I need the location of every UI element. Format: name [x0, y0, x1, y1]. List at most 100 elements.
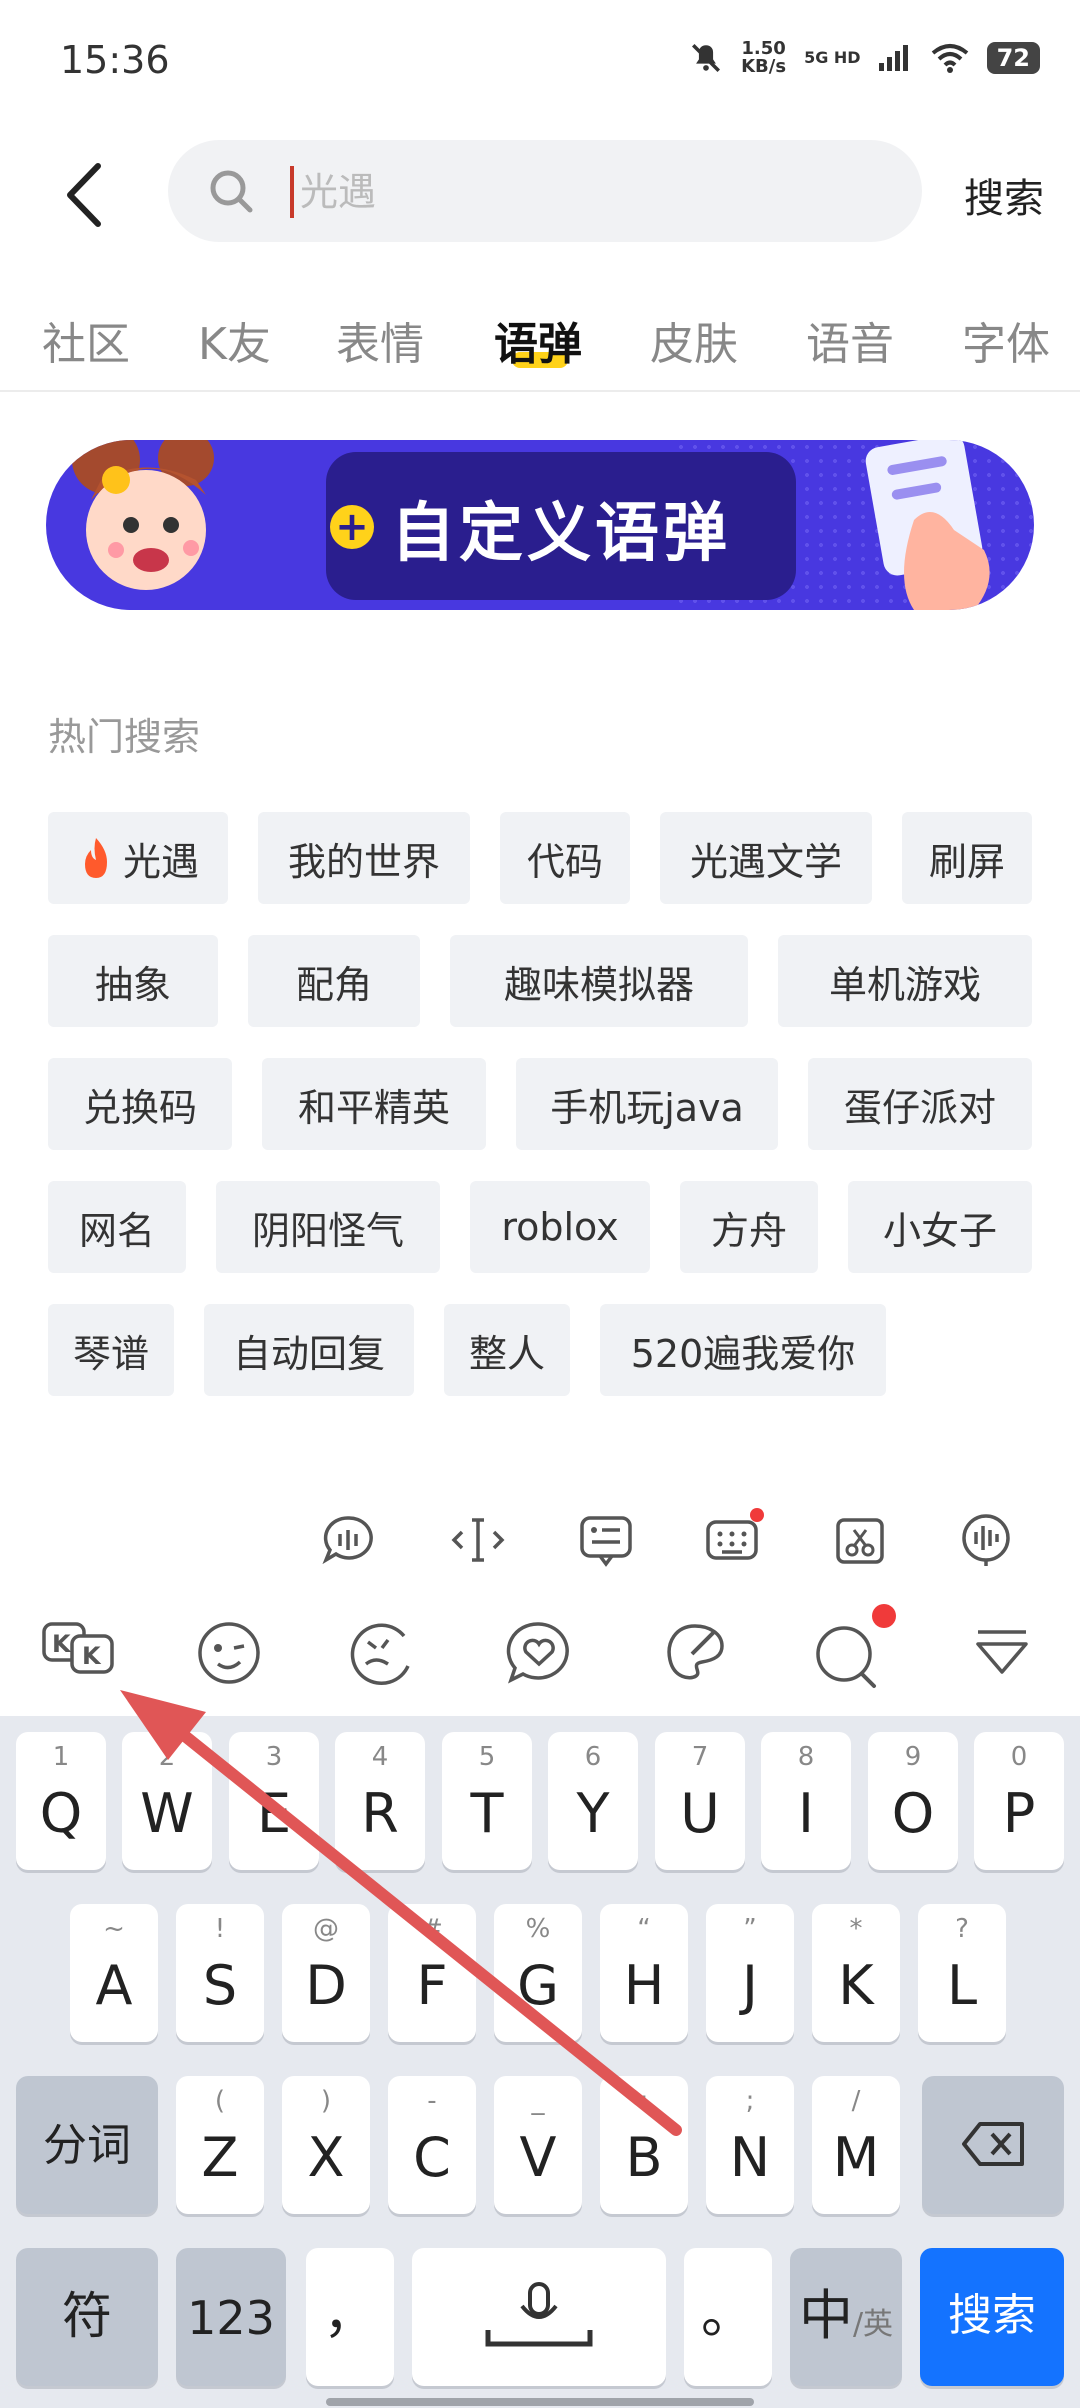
status-bar: 15:36 1.50 KB/s 5G HD 72: [0, 0, 1080, 120]
hot-tag[interactable]: 光遇: [48, 812, 228, 904]
audio-wave-icon[interactable]: [958, 1512, 1014, 1568]
hot-tag[interactable]: 自动回复: [204, 1304, 414, 1396]
tab-yudan[interactable]: 语弹: [494, 308, 582, 372]
hot-tag[interactable]: 配角: [248, 935, 420, 1027]
hot-tag[interactable]: 手机玩java: [516, 1058, 778, 1150]
symbols-key[interactable]: 符: [16, 2248, 158, 2386]
key-c[interactable]: -C: [388, 2076, 476, 2214]
hot-tag[interactable]: 光遇文学: [660, 812, 872, 904]
key-k[interactable]: * K: [812, 1904, 900, 2042]
keyboard: 1Q 2W 3E 4R 5T 6Y 7U 8I 9O 0P ~ A ! S @ D #…: [0, 1716, 1080, 2408]
key-q[interactable]: 1Q: [16, 1732, 106, 1870]
space-key[interactable]: [412, 2248, 666, 2386]
numbers-key[interactable]: 123: [176, 2248, 286, 2386]
hot-tag[interactable]: 整人: [444, 1304, 570, 1396]
key-z[interactable]: (Z: [176, 2076, 264, 2214]
meme-face-icon[interactable]: [348, 1620, 414, 1686]
category-tabs: 社区 K友 表情 语弹 皮肤 语音 字体: [0, 300, 1080, 392]
hand-phone-illustration: [865, 440, 990, 610]
search-icon: [210, 170, 253, 213]
hot-tag[interactable]: 抽象: [48, 935, 218, 1027]
status-time: 15:36: [60, 38, 170, 82]
comma-key[interactable]: ，: [306, 2248, 394, 2386]
hot-tag[interactable]: 小女子: [848, 1181, 1032, 1273]
screenshot-cut-icon[interactable]: [832, 1512, 888, 1568]
key-o[interactable]: 9O: [868, 1732, 958, 1870]
mute-bell-icon: [692, 43, 721, 73]
svg-text:K: K: [52, 1630, 72, 1658]
microphone-icon: [485, 2282, 593, 2347]
text-caret: [290, 166, 294, 218]
custom-yudan-banner[interactable]: 自定义语弹: [46, 440, 1034, 610]
tab-voice[interactable]: 语音: [806, 308, 894, 372]
banner-title: 自定义语弹: [391, 497, 731, 571]
segment-key[interactable]: 分词: [16, 2076, 158, 2214]
key-y[interactable]: 6Y: [548, 1732, 638, 1870]
voice-bubble-icon[interactable]: [320, 1512, 376, 1568]
language-switch-key[interactable]: 中/英: [790, 2248, 902, 2386]
enter-search-key[interactable]: 搜索: [920, 2248, 1064, 2386]
notification-dot: [750, 1508, 764, 1522]
key-m[interactable]: / M: [812, 2076, 900, 2214]
key-t[interactable]: 5T: [442, 1732, 532, 1870]
key-p[interactable]: 0P: [974, 1732, 1064, 1870]
key-d[interactable]: @ D: [282, 1904, 370, 2042]
hot-tag[interactable]: 琴谱: [48, 1304, 174, 1396]
kk-app-icon[interactable]: KK: [42, 1620, 120, 1686]
key-s[interactable]: ! S: [176, 1904, 264, 2042]
hot-tag[interactable]: 兑换码: [48, 1058, 232, 1150]
hot-tag[interactable]: roblox: [470, 1181, 650, 1273]
hot-tag[interactable]: 趣味模拟器: [450, 935, 748, 1027]
net-speed: 1.50 KB/s: [741, 38, 787, 77]
key-v[interactable]: _ V: [494, 2076, 582, 2214]
search-button[interactable]: 搜索: [964, 166, 1044, 224]
tab-fonts[interactable]: 字体: [962, 308, 1050, 372]
search-input[interactable]: [298, 168, 858, 216]
period-key[interactable]: 。: [684, 2248, 772, 2386]
search-bar[interactable]: [168, 140, 922, 242]
notification-dot: [872, 1604, 896, 1628]
key-n[interactable]: ; N: [706, 2076, 794, 2214]
tab-community[interactable]: 社区: [42, 308, 130, 372]
key-f[interactable]: # F: [388, 1904, 476, 2042]
tab-stickers[interactable]: 表情: [336, 308, 424, 372]
hot-tag[interactable]: 阴阳怪气: [216, 1181, 440, 1273]
backspace-key[interactable]: [922, 2076, 1064, 2214]
tab-skins[interactable]: 皮肤: [650, 308, 738, 372]
clipboard-text-icon[interactable]: [578, 1512, 634, 1568]
hot-tag[interactable]: 网名: [48, 1181, 186, 1273]
cursor-move-icon[interactable]: [450, 1512, 506, 1568]
hot-tag[interactable]: 刷屏: [902, 812, 1032, 904]
key-h[interactable]: “H: [600, 1904, 688, 2042]
search-bubble-icon[interactable]: [812, 1620, 882, 1690]
key-j[interactable]: ” J: [706, 1904, 794, 2042]
hot-tag[interactable]: 方舟: [680, 1181, 818, 1273]
hot-tag[interactable]: 和平精英: [262, 1058, 486, 1150]
paint-skin-icon[interactable]: [662, 1620, 728, 1686]
key-w[interactable]: 2W: [122, 1732, 212, 1870]
heart-bubble-icon[interactable]: [506, 1620, 572, 1686]
key-u[interactable]: 7U: [655, 1732, 745, 1870]
home-indicator[interactable]: [326, 2398, 754, 2406]
collapse-keyboard-icon[interactable]: [972, 1624, 1032, 1680]
hot-search-title: 热门搜索: [48, 715, 201, 759]
key-l[interactable]: ? L: [918, 1904, 1006, 2042]
key-i[interactable]: 8I: [761, 1732, 851, 1870]
key-a[interactable]: ~ A: [70, 1904, 158, 2042]
key-e[interactable]: 3E: [229, 1732, 319, 1870]
hot-tag[interactable]: 蛋仔派对: [808, 1058, 1032, 1150]
key-g[interactable]: % G: [494, 1904, 582, 2042]
hot-tag[interactable]: 单机游戏: [778, 935, 1032, 1027]
backspace-icon: [962, 2122, 1024, 2166]
key-x[interactable]: ) X: [282, 2076, 370, 2214]
emoji-wink-icon[interactable]: [196, 1620, 262, 1686]
key-r[interactable]: 4R: [335, 1732, 425, 1870]
back-arrow-icon[interactable]: [60, 160, 110, 230]
key-b[interactable]: :B: [600, 2076, 688, 2214]
svg-text:K: K: [82, 1642, 102, 1670]
tab-kfriends[interactable]: K友: [198, 308, 271, 372]
hot-tag[interactable]: 520遍我爱你: [600, 1304, 886, 1396]
hot-tag[interactable]: 代码: [500, 812, 630, 904]
signal-icon: [878, 45, 908, 71]
hot-tag[interactable]: 我的世界: [258, 812, 470, 904]
